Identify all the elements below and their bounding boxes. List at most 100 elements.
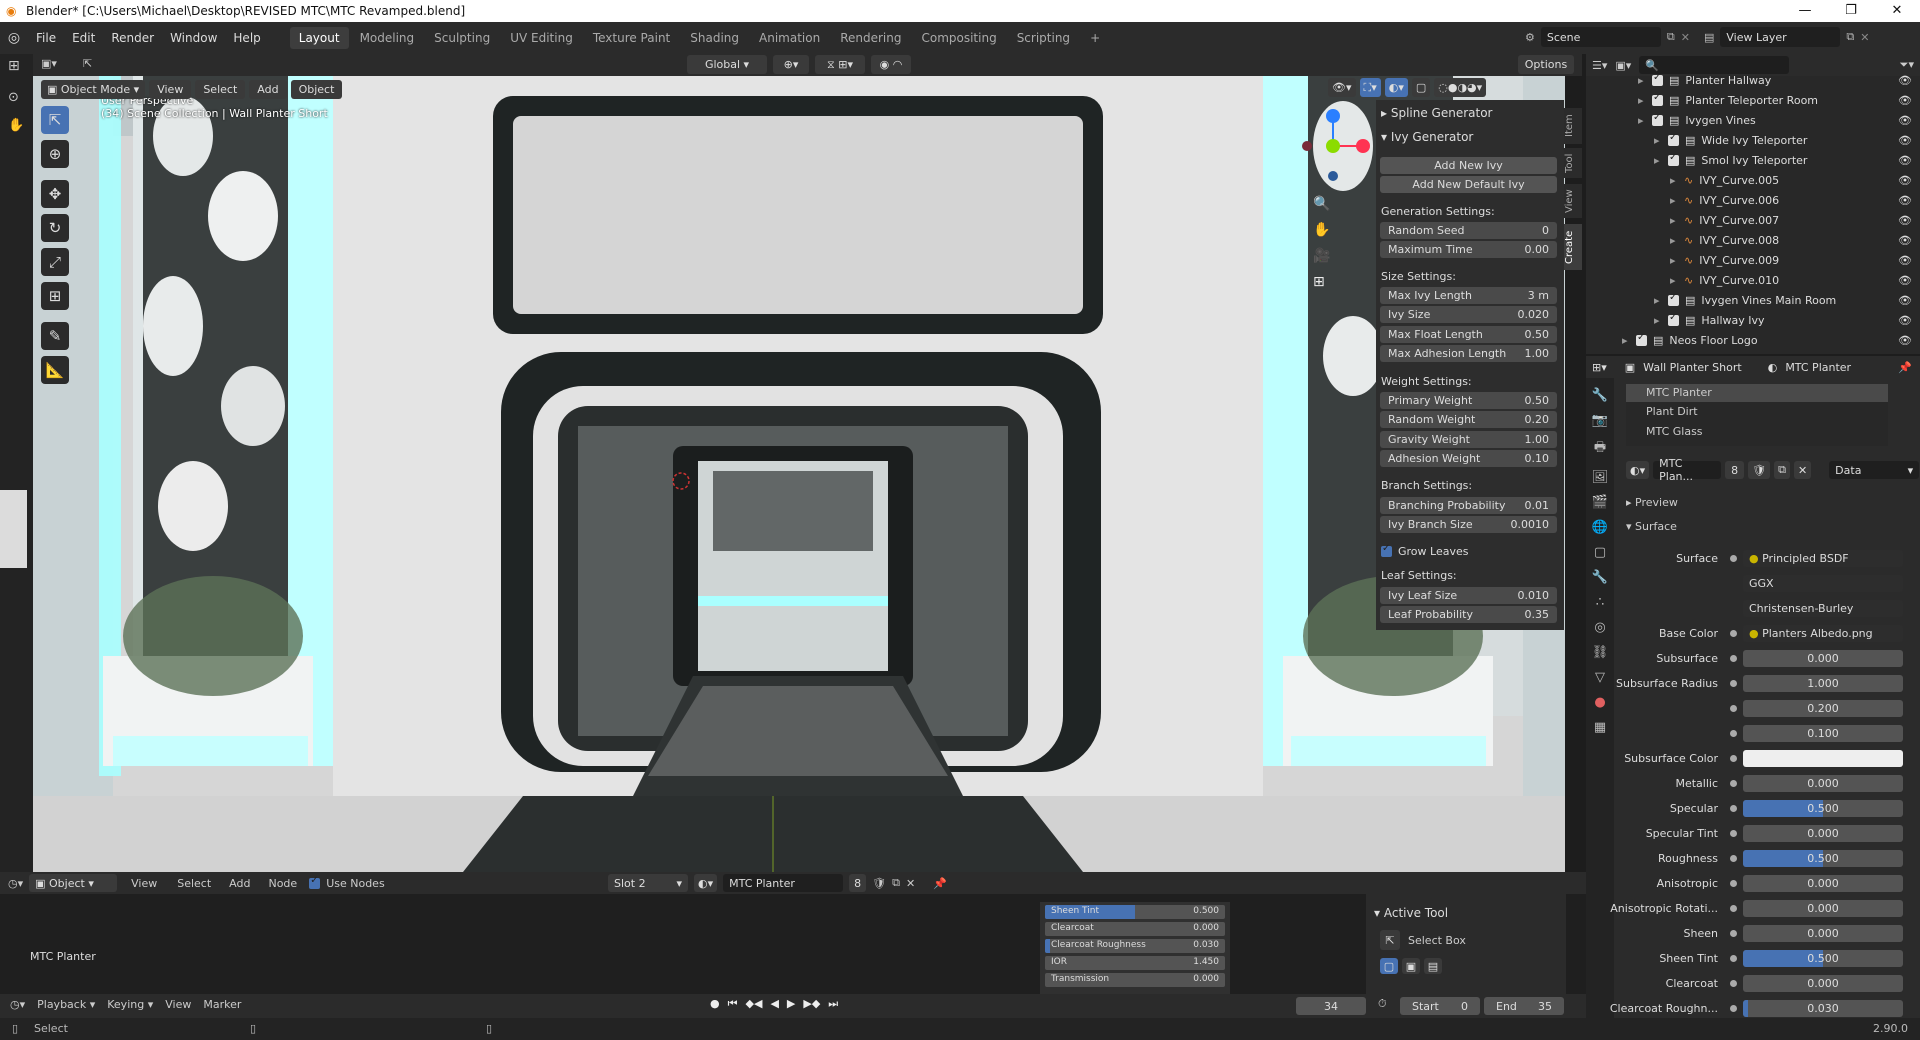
clock-icon[interactable]: ⏱ xyxy=(1378,997,1387,1011)
node-socket-row[interactable]: Transmission 0.000 xyxy=(1045,973,1225,987)
socket-icon[interactable] xyxy=(1730,779,1737,787)
outliner-row[interactable]: ▸ ∿ IVY_Curve.009 👁 xyxy=(1590,250,1920,270)
use-nodes-checkbox[interactable]: Use Nodes xyxy=(309,875,385,890)
maximum-time-field[interactable]: Maximum Time 0.00 xyxy=(1380,241,1557,258)
visibility-eye-icon[interactable]: 👁 xyxy=(1898,74,1912,87)
socket-icon[interactable] xyxy=(1730,629,1737,637)
timeline-menu-keying[interactable]: Keying ▾ xyxy=(107,998,153,1011)
new-view-layer-icon[interactable]: ⧉ xyxy=(1846,30,1854,44)
jump-start-icon[interactable]: ⏮ xyxy=(728,997,738,1011)
play-icon[interactable]: ▶ xyxy=(787,997,795,1011)
zoom-icon[interactable]: 🔍 xyxy=(1313,196,1330,212)
collection-checkbox[interactable] xyxy=(1668,312,1679,326)
minimize-icon[interactable]: — xyxy=(1782,0,1828,22)
timeline-menu-view[interactable]: View xyxy=(165,998,191,1011)
pan-hand-icon[interactable]: ✋ xyxy=(1313,222,1330,238)
prop-dropdown[interactable]: Christensen-Burley xyxy=(1743,599,1903,617)
expand-arrow-icon[interactable]: ▸ xyxy=(1670,234,1684,247)
shader-type-dropdown[interactable]: ▣ Object ▾ xyxy=(29,874,118,892)
prop-number-field[interactable]: 0.500 xyxy=(1743,799,1903,817)
prop-number-field[interactable]: 1.000 xyxy=(1743,674,1903,692)
socket-icon[interactable] xyxy=(1730,804,1737,812)
socket-icon[interactable] xyxy=(1730,829,1737,837)
select-new-icon[interactable]: ▢ xyxy=(1380,958,1398,974)
collection-checkbox[interactable] xyxy=(1668,292,1679,306)
add-workspace-icon[interactable]: + xyxy=(1081,27,1109,49)
collection-checkbox[interactable] xyxy=(1636,332,1647,346)
node-unlink-icon[interactable]: ✕ xyxy=(906,877,915,890)
prop-number-field[interactable]: 0.200 xyxy=(1743,699,1903,717)
expand-arrow-icon[interactable]: ▸ xyxy=(1638,114,1652,127)
ivy-leaf-size-field[interactable]: Ivy Leaf Size 0.010 xyxy=(1380,587,1557,604)
snap-icon[interactable]: ⧖ ⊞▾ xyxy=(815,55,865,74)
visibility-icon[interactable]: 👁▾ xyxy=(1328,78,1356,97)
socket-icon[interactable] xyxy=(1730,929,1737,937)
expand-arrow-icon[interactable]: ▸ xyxy=(1670,214,1684,227)
node-menu-view[interactable]: View xyxy=(123,877,165,890)
prop-number-field[interactable]: 0.500 xyxy=(1743,949,1903,967)
outliner-row[interactable]: ▸ ∿ IVY_Curve.008 👁 xyxy=(1590,230,1920,250)
node-pin-icon[interactable]: 📌 xyxy=(933,877,947,890)
prop-number-field[interactable]: 0.000 xyxy=(1743,874,1903,892)
material-prop-row[interactable]: Sheen 0.000 xyxy=(1600,923,1920,943)
material-prop-row[interactable]: Surface ● Principled BSDF xyxy=(1600,548,1920,568)
material-prop-row[interactable]: Metallic 0.000 xyxy=(1600,773,1920,793)
world-props-icon[interactable]: 🌐 xyxy=(1592,520,1608,535)
visibility-eye-icon[interactable]: 👁 xyxy=(1898,194,1912,207)
timeline-menu-playback[interactable]: Playback ▾ xyxy=(37,998,95,1011)
editor-type-icon[interactable]: ⊞ xyxy=(8,58,20,74)
outliner-row[interactable]: ▸ ▤ Neos Floor Logo 👁 xyxy=(1590,330,1920,350)
scene-props-icon[interactable]: 🎬 xyxy=(1592,495,1608,510)
expand-arrow-icon[interactable]: ▸ xyxy=(1622,334,1636,347)
material-slot-1[interactable]: MTC Planter xyxy=(1626,384,1888,402)
menu-render[interactable]: Render xyxy=(103,22,162,54)
current-frame-field[interactable]: 34 xyxy=(1296,997,1366,1015)
tab-sculpting[interactable]: Sculpting xyxy=(425,27,499,49)
outliner-row[interactable]: ▸ ▤ Smol Ivy Teleporter 👁 xyxy=(1590,150,1920,170)
camera-icon[interactable]: 🎥 xyxy=(1313,248,1330,264)
tab-compositing[interactable]: Compositing xyxy=(912,27,1005,49)
expand-arrow-icon[interactable]: ▸ xyxy=(1654,294,1668,307)
socket-icon[interactable] xyxy=(1730,754,1737,762)
prop-number-field[interactable]: 0.500 xyxy=(1743,849,1903,867)
prop-number-field[interactable]: 0.000 xyxy=(1743,824,1903,842)
outliner-row[interactable]: ▸ ▤ Wide Ivy Teleporter 👁 xyxy=(1590,130,1920,150)
slot-dropdown[interactable]: Slot 2 ▾ xyxy=(608,874,688,892)
visibility-eye-icon[interactable]: 👁 xyxy=(1898,254,1912,267)
socket-icon[interactable] xyxy=(1730,679,1737,687)
max-ivy-length-field[interactable]: Max Ivy Length 3 m xyxy=(1380,287,1557,304)
visibility-eye-icon[interactable]: 👁 xyxy=(1898,214,1912,227)
prop-number-field[interactable]: 0.000 xyxy=(1743,924,1903,942)
outliner-row[interactable]: ▸ ▤ Ivygen Vines Main Room 👁 xyxy=(1590,290,1920,310)
node-fake-user-icon[interactable]: 🛡 xyxy=(872,877,886,890)
pin-icon[interactable]: 📌 xyxy=(1898,361,1912,374)
expand-arrow-icon[interactable]: ▸ xyxy=(1654,314,1668,327)
socket-icon[interactable] xyxy=(1730,954,1737,962)
prop-number-field[interactable]: 0.030 xyxy=(1743,999,1903,1017)
delete-view-layer-icon[interactable]: ✕ xyxy=(1860,31,1869,44)
hand-icon[interactable]: ✋ xyxy=(8,118,24,133)
expand-arrow-icon[interactable]: ▸ xyxy=(1670,194,1684,207)
material-prop-row[interactable]: Sheen Tint 0.500 xyxy=(1600,948,1920,968)
collection-checkbox[interactable] xyxy=(1668,132,1679,146)
tab-layout[interactable]: Layout xyxy=(289,27,349,49)
new-scene-icon[interactable]: ⧉ xyxy=(1667,30,1675,44)
subsurface-color-swatch[interactable] xyxy=(1743,749,1903,767)
tab-tool[interactable]: Tool xyxy=(1564,148,1582,178)
material-prop-row[interactable]: Subsurface Color xyxy=(1600,748,1920,768)
random-seed-field[interactable]: Random Seed 0 xyxy=(1380,222,1557,239)
material-prop-row[interactable]: Clearcoat 0.000 xyxy=(1600,973,1920,993)
spline-generator-header[interactable]: ▸ Spline Generator xyxy=(1381,106,1493,120)
blender-menu-icon[interactable]: ◎ xyxy=(0,30,28,46)
unlink-material-icon[interactable]: ✕ xyxy=(1793,461,1812,479)
prop-link-field[interactable]: ● Principled BSDF xyxy=(1743,549,1903,567)
play-reverse-icon[interactable]: ◀ xyxy=(770,997,778,1011)
prop-number-field[interactable]: 0.000 xyxy=(1743,649,1903,667)
visibility-eye-icon[interactable]: 👁 xyxy=(1898,294,1912,307)
tab-item[interactable]: Item xyxy=(1564,108,1582,144)
maximize-icon[interactable]: ❐ xyxy=(1828,0,1874,22)
primary-weight-field[interactable]: Primary Weight 0.50 xyxy=(1380,392,1557,409)
node-editor-canvas[interactable]: MTC Planter ▾ Active Tool ⇱ Select Box ▢ … xyxy=(0,894,1586,994)
node-menu-select[interactable]: Select xyxy=(171,877,217,890)
rotate-tool-icon[interactable]: ↻ xyxy=(41,214,69,242)
